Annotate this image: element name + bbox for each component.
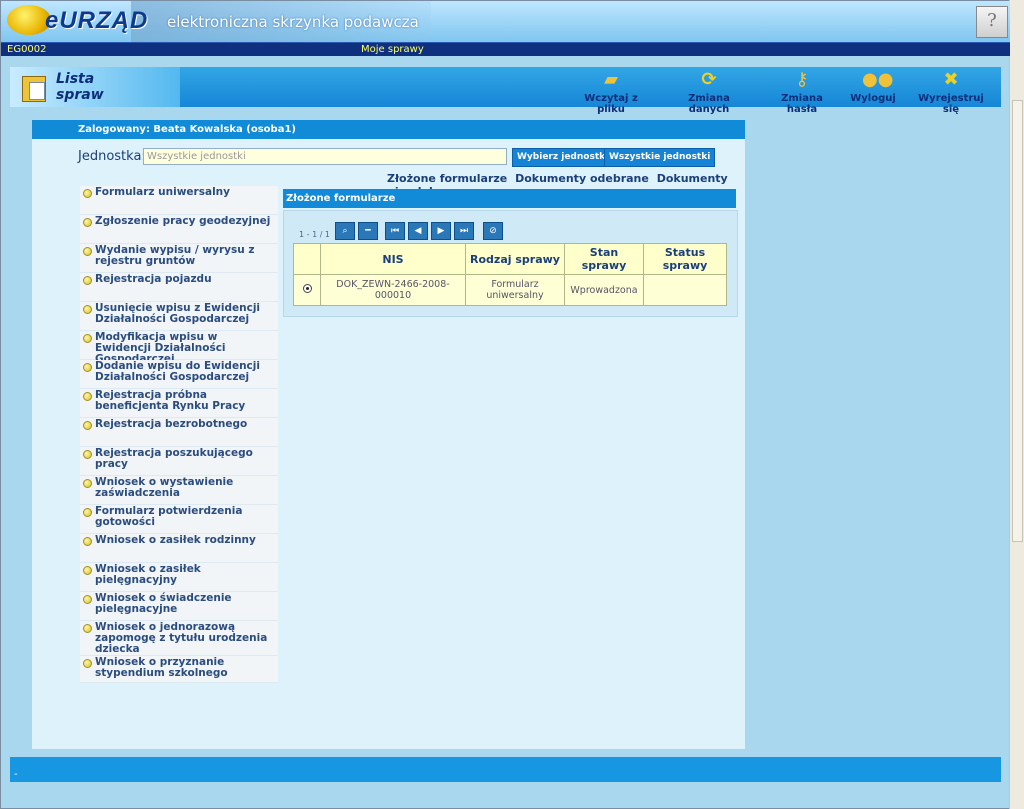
sidebar-item-modyfikacja-wpisu[interactable]: Modyfikacja wpisu w Ewidencji Działalnoś…	[80, 331, 278, 365]
change-data-button[interactable]: ⟳ Zmiana danych	[670, 69, 748, 115]
sidebar-item-dodanie-wpisu[interactable]: Dodanie wpisu do Ewidencji Działalności …	[80, 360, 278, 389]
cell-stan: Wprowadzona	[564, 274, 644, 306]
sidebar-item-usuniecie-wpisu[interactable]: Usunięcie wpisu z Ewidencji Działalności…	[80, 302, 278, 331]
column-header-rodzaj[interactable]: Rodzaj sprawy	[465, 243, 565, 275]
sidebar-item-swiadczenie-pielegnacyjne[interactable]: Wniosek o świadczenie pielęgnacyjne	[80, 592, 278, 621]
sidebar-item-wydanie-wypisu[interactable]: Wydanie wypisu / wyrysu z rejestru grunt…	[80, 244, 278, 273]
tagline: elektroniczna skrzynka podawcza	[167, 13, 419, 31]
screen-title: Moje sprawy	[361, 44, 424, 55]
load-from-file-label: Wczytaj z pliku	[584, 93, 638, 115]
row-radio-button[interactable]	[302, 284, 312, 293]
footer-bar: -	[10, 757, 1001, 782]
minus-icon[interactable]: ━	[358, 222, 378, 240]
footer-text: -	[14, 769, 18, 780]
sidebar-item-jednorazowa-zapomoga[interactable]: Wniosek o jednorazową zapomogę z tytułu …	[80, 621, 278, 656]
sidebar-item-rejestracja-pojazdu[interactable]: Rejestracja pojazdu	[80, 273, 278, 302]
unregister-label: Wyrejestruj się	[918, 93, 984, 115]
unregister-button[interactable]: ✖ Wyrejestruj się	[910, 69, 992, 115]
previous-page-icon[interactable]: ◀	[408, 222, 428, 240]
key-icon: ⚷	[795, 69, 809, 90]
scrollbar-thumb[interactable]	[1012, 100, 1023, 542]
first-page-icon[interactable]: ⏮	[385, 222, 405, 240]
clear-filter-icon[interactable]: ⊘	[483, 222, 503, 240]
forms-table: NIS Rodzaj sprawy Stan sprawy Status spr…	[293, 243, 727, 306]
main-panel: Zalogowany: Beata Kowalska (osoba1) Jedn…	[32, 120, 745, 749]
form-type-list: Formularz uniwersalny Zgłoszenie pracy g…	[80, 186, 278, 683]
logged-in-user: Zalogowany: Beata Kowalska (osoba1)	[78, 124, 296, 135]
help-button[interactable]: ?	[976, 6, 1008, 38]
cell-rodzaj: Formularz uniwersalny	[465, 274, 565, 306]
column-header-stan[interactable]: Stan sprawy	[564, 243, 644, 275]
sidebar-item-wniosek-zaswiadczenie[interactable]: Wniosek o wystawienie zaświadczenia	[80, 476, 278, 505]
select-unit-button[interactable]: Wybierz jednostkę	[512, 148, 617, 167]
search-icon[interactable]: ⌕	[335, 222, 355, 240]
submitted-forms-title: Złożone formularze	[286, 193, 396, 204]
page-title: Lista spraw	[56, 71, 104, 103]
refresh-icon: ⟳	[701, 69, 717, 90]
logo-text: eURZĄD	[45, 7, 149, 34]
logo: eURZĄD	[7, 3, 157, 39]
close-x-icon: ✖	[943, 69, 959, 90]
sidebar-item-zasilek-pielegnacyjny[interactable]: Wniosek o zasiłek pielęgnacyjny	[80, 563, 278, 592]
table-header-row: NIS Rodzaj sprawy Stan sprawy Status spr…	[293, 243, 727, 275]
logout-button[interactable]: ●● Wyloguj	[850, 69, 896, 104]
sidebar-item-formularz-gotowosci[interactable]: Formularz potwierdzenia gotowości	[80, 505, 278, 534]
select-column-header	[293, 243, 321, 275]
last-page-icon[interactable]: ⏭	[454, 222, 474, 240]
change-password-label: Zmiana hasła	[781, 93, 823, 115]
top-banner: eURZĄD elektroniczna skrzynka podawcza ?	[1, 1, 1010, 42]
sidebar-item-rejestracja-probna[interactable]: Rejestracja próbna beneficjenta Rynku Pr…	[80, 389, 278, 418]
logged-in-bar: Zalogowany: Beata Kowalska (osoba1)	[32, 120, 745, 139]
toolbar-title-box: Lista spraw	[10, 67, 180, 107]
sidebar-item-stypendium-szkolne[interactable]: Wniosek o przyznanie stypendium szkolneg…	[80, 656, 278, 683]
submitted-forms-header: Złożone formularze	[283, 189, 736, 208]
unit-label: Jednostka:	[78, 149, 146, 164]
submitted-forms-box: 1 - 1 / 1 ⌕ ━ ⏮ ◀ ▶ ⏭ ⊘ NIS Rodzaj spraw…	[283, 210, 738, 317]
toolbar: Lista spraw ▰ Wczytaj z pliku ⟳ Zmiana d…	[10, 67, 1001, 115]
status-bar: EG0002 Moje sprawy	[1, 42, 1010, 56]
document-list-icon	[22, 76, 46, 102]
change-data-label: Zmiana danych	[688, 93, 730, 115]
pager-info: 1 - 1 / 1	[299, 230, 331, 239]
logout-label: Wyloguj	[850, 93, 896, 104]
table-row[interactable]: DOK_ZEWN-2466-2008-000010 Formularz uniw…	[293, 274, 727, 306]
folder-icon: ▰	[604, 69, 618, 90]
cell-nis: DOK_ZEWN-2466-2008-000010	[320, 274, 466, 306]
column-header-nis[interactable]: NIS	[320, 243, 466, 275]
next-page-icon[interactable]: ▶	[431, 222, 451, 240]
page-title-line1: Lista	[56, 71, 95, 87]
sidebar-item-zasilek-rodzinny[interactable]: Wniosek o zasiłek rodzinny	[80, 534, 278, 563]
page-title-line2: spraw	[56, 87, 104, 103]
sidebar-item-formularz-uniwersalny[interactable]: Formularz uniwersalny	[80, 186, 278, 215]
vertical-scrollbar[interactable]	[1009, 0, 1024, 809]
sidebar-item-rejestracja-bezrobotnego[interactable]: Rejestracja bezrobotnego	[80, 418, 278, 447]
sidebar-item-zgloszenie-pracy-geodezyjnej[interactable]: Zgłoszenie pracy geodezyjnej	[80, 215, 278, 244]
row-select-cell[interactable]	[293, 274, 321, 306]
footsteps-icon: ●●	[862, 69, 894, 90]
all-units-button[interactable]: Wszystkie jednostki	[604, 148, 716, 167]
unit-field[interactable]: Wszystkie jednostki	[143, 148, 507, 165]
sidebar-item-rejestracja-poszukujacego[interactable]: Rejestracja poszukującego pracy	[80, 447, 278, 476]
column-header-status[interactable]: Status sprawy	[643, 243, 727, 275]
tab-submitted-forms[interactable]: Złożone formularze	[387, 172, 507, 185]
screen-code: EG0002	[7, 44, 47, 55]
change-password-button[interactable]: ⚷ Zmiana hasła	[766, 69, 838, 115]
load-from-file-button[interactable]: ▰ Wczytaj z pliku	[572, 69, 650, 115]
tab-received-documents[interactable]: Dokumenty odebrane	[515, 172, 649, 185]
cell-status	[643, 274, 727, 306]
